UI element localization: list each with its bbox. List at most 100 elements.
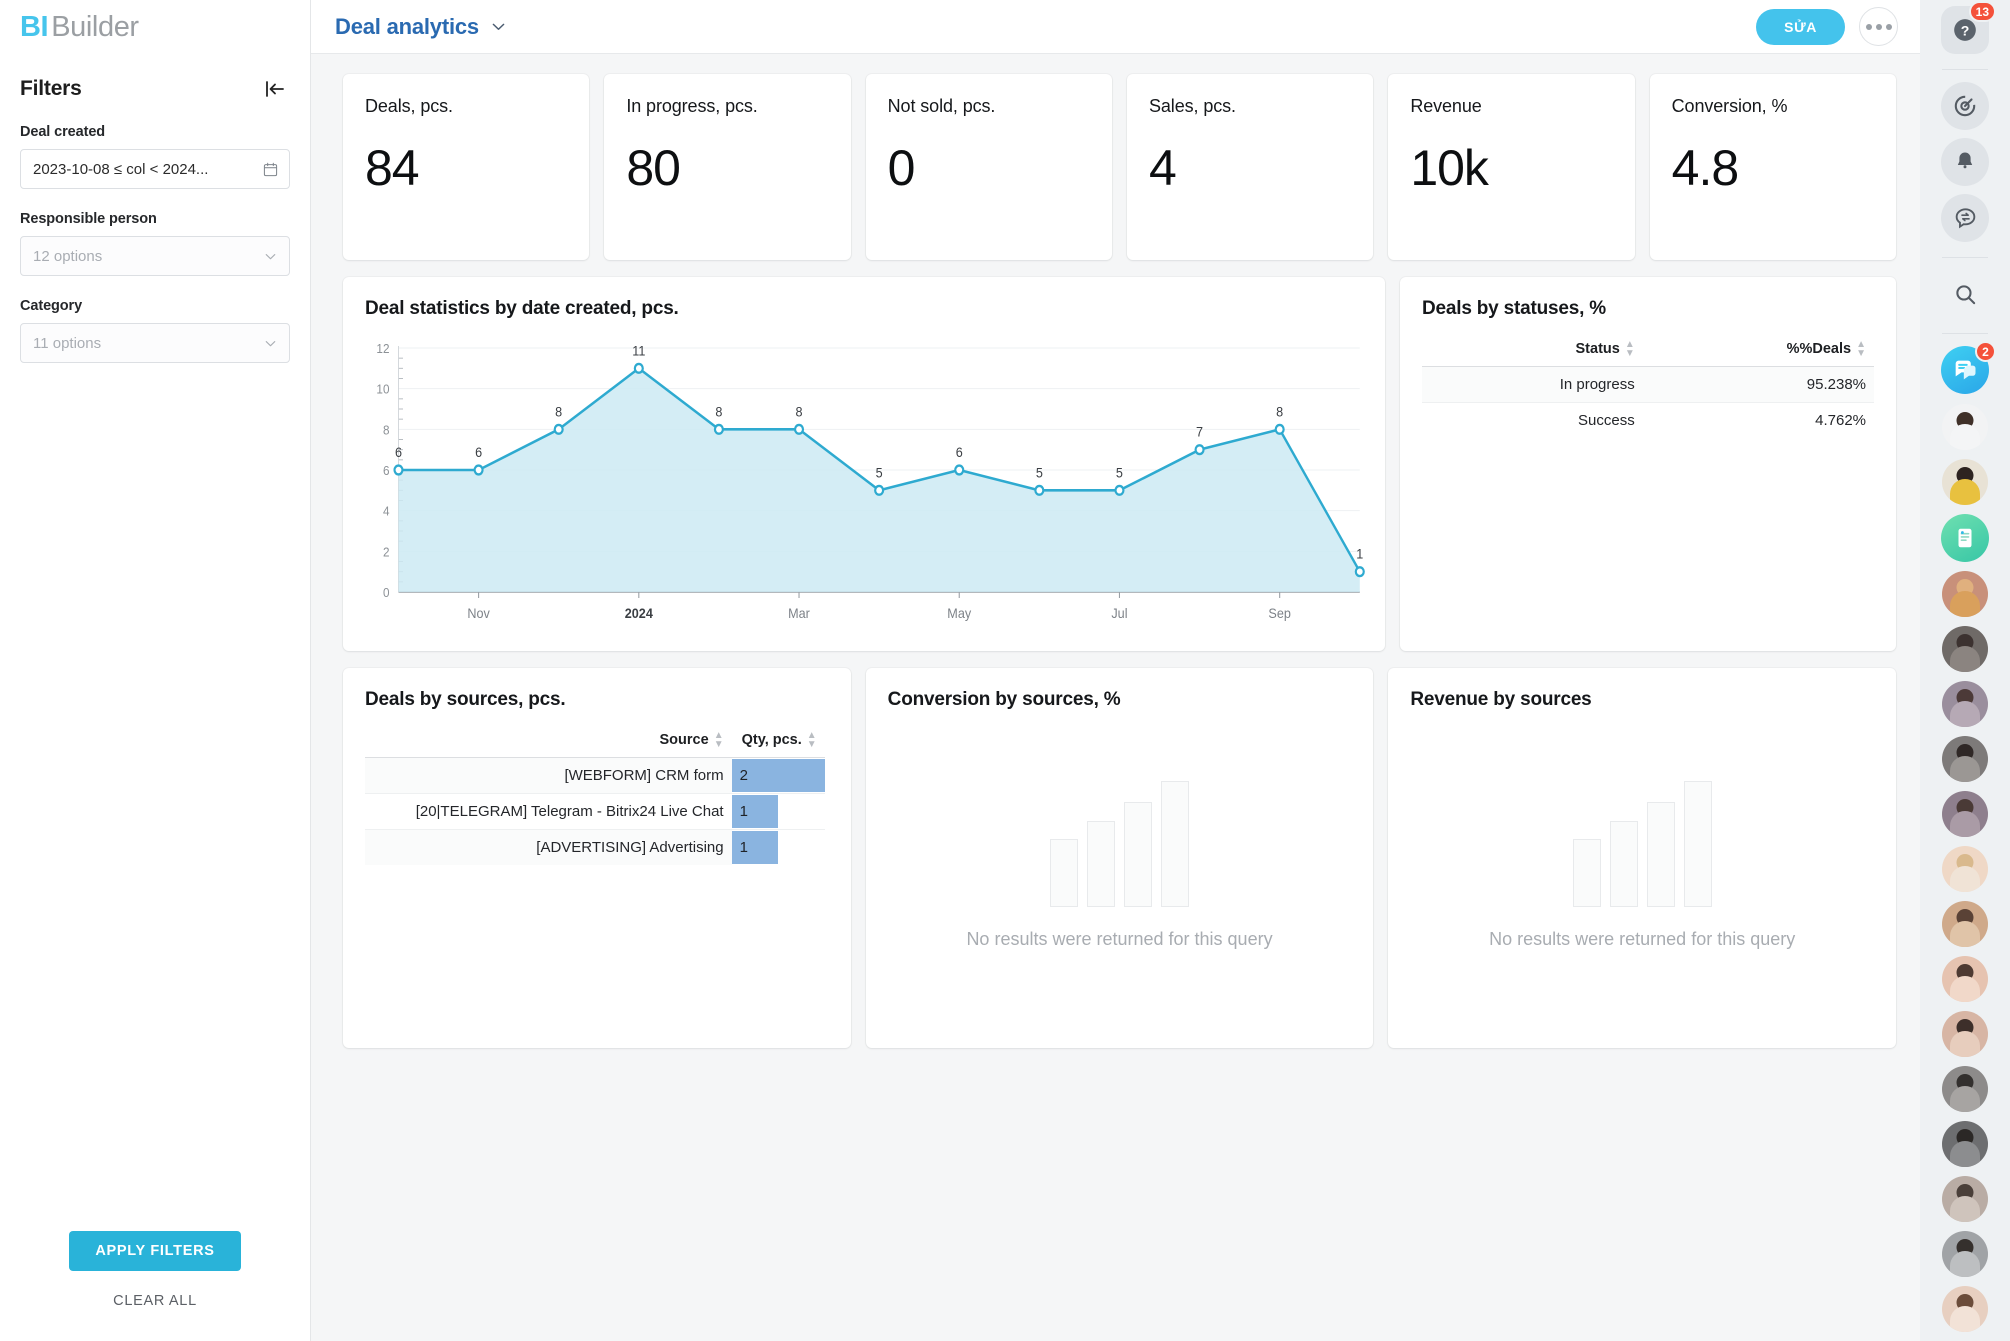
page-title[interactable]: Deal analytics (335, 14, 479, 40)
filters-title: Filters (20, 77, 82, 100)
chart-point-label: 8 (1276, 404, 1283, 420)
statuses-table-wrap: Status ▲ ▼ %%Deals ▲ ▼ In progress 95.238% (1400, 320, 1896, 438)
sort-icon[interactable]: ▲ ▼ (714, 731, 724, 750)
avatar[interactable] (1942, 1066, 1988, 1112)
edit-button[interactable]: SỬA (1756, 8, 1845, 45)
y-axis-tick: 8 (383, 423, 390, 438)
chart-point[interactable] (793, 423, 805, 435)
x-axis-tick: Jul (1111, 605, 1127, 621)
column-header-source[interactable]: Source ▲ ▼ (365, 721, 732, 758)
avatar[interactable] (1942, 626, 1988, 672)
help-badge: 13 (1968, 1, 1996, 22)
avatar[interactable] (1942, 681, 1988, 727)
column-header-status[interactable]: Status ▲ ▼ (1422, 330, 1643, 367)
responsible-person-value: 12 options (33, 247, 103, 265)
chart-point[interactable] (874, 484, 885, 496)
svg-text:?: ? (1961, 22, 1970, 38)
cell-qty: 2 (731, 757, 825, 794)
avatar[interactable] (1942, 1231, 1988, 1277)
rail-divider (1942, 69, 1988, 70)
collapse-panel-icon[interactable] (262, 76, 288, 102)
column-header-qty[interactable]: Qty, pcs. ▲ ▼ (731, 721, 825, 758)
logo-bi-text: BI (20, 10, 49, 43)
filter-responsible-person: Responsible person 12 options (0, 211, 310, 276)
sources-table-wrap: Source ▲ ▼ Qty, pcs. ▲ ▼ [WEBFORM] CRM form (343, 711, 851, 865)
messenger-icon[interactable]: 2 (1941, 341, 1996, 394)
column-header-pct-deals[interactable]: %%Deals ▲ ▼ (1642, 330, 1874, 367)
table-row: [ADVERTISING] Advertising 1 (365, 829, 825, 865)
x-axis-tick: 2024 (625, 605, 654, 621)
cell-qty: 1 (731, 793, 825, 830)
avatar[interactable] (1942, 901, 1988, 947)
chart-point[interactable] (1194, 444, 1205, 456)
document-app-icon[interactable] (1941, 514, 1989, 562)
kpi-card-deals: Deals, pcs. 84 (343, 74, 590, 260)
more-options-icon[interactable] (1859, 7, 1898, 46)
chevron-down-icon[interactable] (263, 249, 278, 264)
avatar[interactable] (1942, 571, 1988, 617)
sort-icon[interactable]: ▲ ▼ (1625, 340, 1635, 359)
app-root: BI Builder Filters Deal created 2023-10-0… (0, 0, 2010, 1341)
table-row: [20|TELEGRAM] Telegram - Bitrix24 Live C… (365, 793, 825, 830)
kpi-card-not-sold: Not sold, pcs. 0 (865, 74, 1112, 260)
sidebar-footer: APPLY FILTERS CLEAR ALL (0, 1231, 310, 1341)
chevron-down-icon[interactable] (490, 18, 507, 35)
chart-point[interactable] (1274, 423, 1285, 435)
avatar[interactable] (1942, 1011, 1988, 1057)
avatar[interactable] (1942, 1176, 1988, 1222)
chart-point[interactable] (393, 464, 404, 476)
messenger-badge: 2 (1975, 341, 1996, 362)
kpi-value: 80 (626, 140, 681, 196)
deals-by-statuses-card: Deals by statuses, % Status ▲ ▼ %%Deals ▲ ▼ (1400, 277, 1896, 651)
kpi-value: 10k (1410, 140, 1489, 196)
y-axis-tick: 0 (383, 585, 390, 600)
chevron-down-icon[interactable] (263, 336, 278, 351)
app-logo[interactable]: BI Builder (0, 0, 310, 54)
deal-statistics-line-chart[interactable]: 0246810126 68118 8565 5781Nov 2024 Mar May Jul S… (357, 334, 1367, 634)
kpi-card-sales: Sales, pcs. 4 (1126, 74, 1374, 260)
calendar-icon[interactable] (263, 162, 278, 177)
qty-bar: 1 (731, 831, 779, 864)
avatar[interactable] (1942, 459, 1988, 505)
qty-value: 2 (739, 767, 748, 784)
conversion-by-sources-card: Conversion by sources, % No results were… (865, 668, 1374, 1048)
chart-point[interactable] (473, 464, 484, 476)
y-axis-tick: 4 (383, 504, 390, 519)
table-header-row: Source ▲ ▼ Qty, pcs. ▲ ▼ (365, 721, 825, 758)
responsible-person-select[interactable]: 12 options (20, 236, 290, 276)
chart-point[interactable] (1354, 566, 1365, 578)
avatar[interactable] (1942, 736, 1988, 782)
clear-all-button[interactable]: CLEAR ALL (93, 1283, 217, 1319)
chart-point[interactable] (1034, 484, 1045, 496)
chart-point[interactable] (553, 423, 564, 435)
avatar[interactable] (1942, 1121, 1988, 1167)
avatar[interactable] (1942, 1286, 1988, 1332)
category-select[interactable]: 11 options (20, 323, 290, 363)
chart-point-label: 8 (796, 404, 803, 420)
filter-label: Category (20, 298, 83, 314)
card-title: Revenue by sources (1410, 689, 1592, 710)
chart-point[interactable] (954, 464, 965, 476)
deal-created-input[interactable]: 2023-10-08 ≤ col < 2024... (20, 149, 290, 189)
table-row: [WEBFORM] CRM form 2 (365, 757, 825, 794)
target-icon[interactable] (1941, 82, 1989, 130)
chart-point[interactable] (633, 362, 644, 374)
avatar[interactable] (1942, 404, 1988, 450)
avatar[interactable] (1942, 956, 1988, 1002)
sources-table-body: [WEBFORM] CRM form 2 [20|TELEGRAM] Teleg… (365, 757, 825, 865)
avatar[interactable] (1942, 846, 1988, 892)
sort-icon[interactable]: ▲ ▼ (807, 731, 817, 750)
bell-icon[interactable] (1941, 138, 1989, 186)
help-icon[interactable]: ? 13 (1941, 1, 1996, 54)
apply-filters-button[interactable]: APPLY FILTERS (69, 1231, 241, 1271)
chart-point[interactable] (713, 423, 724, 435)
kpi-label: In progress, pcs. (626, 96, 758, 116)
card-title: Deals by statuses, % (1422, 298, 1606, 319)
chart-point[interactable] (1114, 484, 1125, 496)
sort-icon[interactable]: ▲ ▼ (1856, 340, 1866, 359)
card-title: Conversion by sources, % (887, 689, 1121, 710)
search-icon[interactable] (1941, 270, 1989, 318)
avatar[interactable] (1942, 791, 1988, 837)
chat-transfer-icon[interactable] (1941, 194, 1989, 242)
x-axis-tick: Sep (1268, 605, 1290, 621)
